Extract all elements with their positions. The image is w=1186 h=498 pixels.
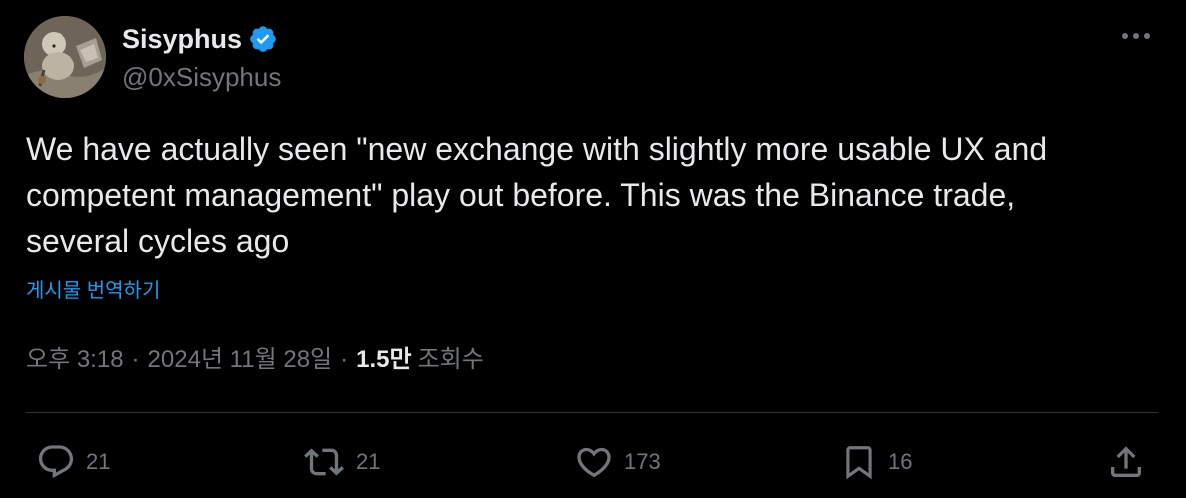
author-name-row[interactable]: Sisyphus xyxy=(122,22,278,56)
bookmark-count: 16 xyxy=(888,449,913,474)
meta-separator: · xyxy=(340,346,349,373)
repost-button[interactable]: 21 xyxy=(302,438,380,486)
reply-count: 21 xyxy=(86,449,111,474)
tweet-card: Sisyphus @0xSisyphus We have actually se… xyxy=(0,0,1186,498)
tweet-text: We have actually seen "new exchange with… xyxy=(26,131,1048,259)
tweet-meta: 오후 3:18 · 2024년 11월 28일 · 1.5만 조회수 xyxy=(26,342,484,378)
tweet-date[interactable]: 2024년 11월 28일 xyxy=(148,342,333,378)
views-count: 1.5만 xyxy=(356,346,412,373)
avatar-illustration-icon xyxy=(24,16,106,98)
share-button[interactable] xyxy=(1106,438,1146,486)
meta-separator: · xyxy=(131,346,140,373)
verified-badge-icon[interactable] xyxy=(248,24,278,54)
author-handle[interactable]: @0xSisyphus xyxy=(122,60,281,94)
like-count: 173 xyxy=(624,449,661,474)
like-button[interactable]: 173 xyxy=(574,438,661,486)
bookmark-icon xyxy=(846,446,872,480)
heart-icon xyxy=(577,447,611,478)
bookmark-button[interactable]: 16 xyxy=(840,438,912,486)
avatar[interactable] xyxy=(24,16,106,98)
more-options-icon[interactable] xyxy=(1118,22,1154,50)
action-bar: 21 21 173 16 xyxy=(0,438,1186,486)
author-display-name[interactable]: Sisyphus xyxy=(122,22,242,56)
tweet-time[interactable]: 오후 3:18 xyxy=(26,342,124,378)
divider xyxy=(26,412,1158,413)
views-label: 조회수 xyxy=(417,346,484,373)
repost-icon xyxy=(304,448,344,476)
translate-post-link[interactable]: 게시물 번역하기 xyxy=(26,276,160,306)
reply-button[interactable]: 21 xyxy=(36,438,110,486)
share-icon xyxy=(1111,446,1141,477)
reply-icon xyxy=(38,445,74,479)
repost-count: 21 xyxy=(356,449,381,474)
